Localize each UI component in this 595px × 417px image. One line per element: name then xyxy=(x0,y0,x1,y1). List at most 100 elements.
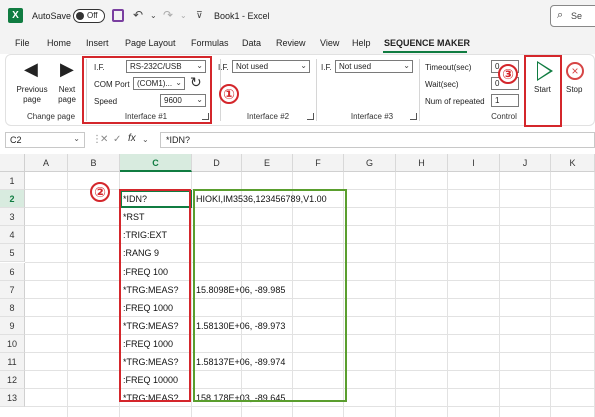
stop-button[interactable]: Stop xyxy=(566,85,582,94)
tab-help[interactable]: Help xyxy=(352,38,371,48)
ribbon-tabs: File Home Insert Page Layout Formulas Da… xyxy=(0,32,595,54)
row-header-5[interactable]: 5 xyxy=(0,244,25,263)
annotation-box-commands xyxy=(119,189,191,402)
row-header-12[interactable]: 12 xyxy=(0,371,25,390)
next-page-button[interactable]: Next page xyxy=(54,85,80,105)
chevron-down-icon: ⌄ xyxy=(403,61,410,70)
column-header-c[interactable]: C xyxy=(120,154,192,172)
row-header-3[interactable]: 3 xyxy=(0,208,25,227)
tab-page-layout[interactable]: Page Layout xyxy=(125,38,176,48)
search-icon: ⌕ xyxy=(557,9,564,21)
name-box[interactable]: C2 ⌄ xyxy=(5,132,85,148)
if3-label: I.F. xyxy=(321,63,332,72)
redo-dropdown-icon[interactable]: ⌄ xyxy=(180,11,187,20)
gridline xyxy=(499,172,500,417)
column-header-b[interactable]: B xyxy=(68,154,120,172)
active-tab-indicator xyxy=(383,51,467,53)
repeat-value: 1 xyxy=(495,96,500,105)
tab-review[interactable]: Review xyxy=(276,38,306,48)
search-box[interactable]: ⌕ Se xyxy=(550,5,595,27)
column-header-h[interactable]: H xyxy=(396,154,448,172)
if2-select[interactable]: Not used ⌄ xyxy=(232,60,310,73)
formula-bar: C2 ⌄ ⋮ ✕ ✓ fx ⌄ *IDN? xyxy=(0,130,595,150)
row-header-4[interactable]: 4 xyxy=(0,226,25,245)
select-all-corner[interactable] xyxy=(0,154,25,172)
if3-select-value: Not used xyxy=(339,62,372,71)
group-divider xyxy=(419,59,420,121)
formula-content: *IDN? xyxy=(166,135,191,145)
group-divider xyxy=(316,59,317,121)
row-header-2[interactable]: 2 xyxy=(0,190,25,209)
interface3-launcher-icon[interactable] xyxy=(410,113,417,120)
title-bar: X AutoSave Off ↶ ⌄ ↷ ⌄ ⊽ Book1 - Excel ⌕… xyxy=(0,0,595,32)
row-header-1[interactable]: 1 xyxy=(0,172,25,191)
previous-page-icon[interactable]: ◀ xyxy=(24,59,38,80)
formula-input[interactable]: *IDN? xyxy=(160,132,595,148)
repeat-label: Num of repeated xyxy=(425,97,485,106)
column-header-i[interactable]: I xyxy=(448,154,500,172)
tab-formulas[interactable]: Formulas xyxy=(191,38,229,48)
customize-toolbar-icon[interactable]: ⊽ xyxy=(196,10,203,21)
undo-dropdown-icon[interactable]: ⌄ xyxy=(150,11,157,20)
gridline xyxy=(191,172,192,417)
column-header-j[interactable]: J xyxy=(500,154,551,172)
if2-select-value: Not used xyxy=(236,62,269,71)
wait-value: 0 xyxy=(495,79,500,88)
row-header-6[interactable]: 6 xyxy=(0,262,25,281)
search-placeholder: Se xyxy=(571,11,583,21)
row-header-8[interactable]: 8 xyxy=(0,298,25,317)
column-header-d[interactable]: D xyxy=(192,154,242,172)
undo-icon[interactable]: ↶ xyxy=(133,8,143,22)
enter-icon[interactable]: ✓ xyxy=(113,134,121,145)
redo-icon[interactable]: ↷ xyxy=(163,8,173,22)
gridline xyxy=(67,172,68,417)
change-page-group-label: Change page xyxy=(26,112,76,121)
autosave-toggle[interactable]: Off xyxy=(73,9,105,23)
tab-insert[interactable]: Insert xyxy=(86,38,109,48)
next-page-icon[interactable]: ▶ xyxy=(60,59,74,80)
column-header-a[interactable]: A xyxy=(25,154,68,172)
gridline xyxy=(550,172,551,417)
interface2-group-label: Interface #2 xyxy=(246,112,290,121)
wait-label: Wait(sec) xyxy=(425,80,459,89)
gridline xyxy=(447,172,448,417)
row-header-10[interactable]: 10 xyxy=(0,334,25,353)
annotation-box-responses xyxy=(193,189,347,402)
autosave-label: AutoSave xyxy=(32,11,72,21)
column-header-k[interactable]: K xyxy=(551,154,595,172)
row-header-7[interactable]: 7 xyxy=(0,280,25,299)
column-header-g[interactable]: G xyxy=(344,154,396,172)
tab-file[interactable]: File xyxy=(15,38,30,48)
repeat-input[interactable]: 1 xyxy=(491,94,519,107)
chevron-down-icon: ⌄ xyxy=(300,61,307,70)
tab-sequence-maker[interactable]: SEQUENCE MAKER xyxy=(384,38,470,48)
column-header-e[interactable]: E xyxy=(242,154,293,172)
gridline xyxy=(395,172,396,417)
toggle-knob-icon xyxy=(76,12,84,20)
gridline xyxy=(25,406,595,408)
insert-function-button[interactable]: fx xyxy=(128,133,136,144)
row-header-13[interactable]: 13 xyxy=(0,389,25,408)
column-header-f[interactable]: F xyxy=(293,154,344,172)
interface2-launcher-icon[interactable] xyxy=(307,113,314,120)
timeout-label: Timeout(sec) xyxy=(425,63,472,72)
tab-home[interactable]: Home xyxy=(47,38,71,48)
stop-icon[interactable]: × xyxy=(566,62,584,80)
tab-view[interactable]: View xyxy=(320,38,339,48)
save-icon[interactable] xyxy=(112,9,124,22)
interface3-group-label: Interface #3 xyxy=(350,112,394,121)
previous-page-button[interactable]: Previous page xyxy=(14,85,50,105)
if2-label: I.F. xyxy=(218,63,229,72)
if3-select[interactable]: Not used ⌄ xyxy=(335,60,413,73)
tab-data[interactable]: Data xyxy=(242,38,261,48)
window-title: Book1 - Excel xyxy=(214,11,270,21)
chevron-down-icon[interactable]: ⌄ xyxy=(142,135,149,144)
annotation-box-interface1 xyxy=(82,56,212,124)
row-header-11[interactable]: 11 xyxy=(0,353,25,372)
chevron-down-icon: ⌄ xyxy=(73,134,80,143)
row-header-9[interactable]: 9 xyxy=(0,316,25,335)
cell-reference: C2 xyxy=(10,135,22,145)
annotation-number-3: ③ xyxy=(498,64,518,84)
cancel-icon[interactable]: ✕ xyxy=(100,134,108,145)
toggle-state: Off xyxy=(87,11,98,20)
